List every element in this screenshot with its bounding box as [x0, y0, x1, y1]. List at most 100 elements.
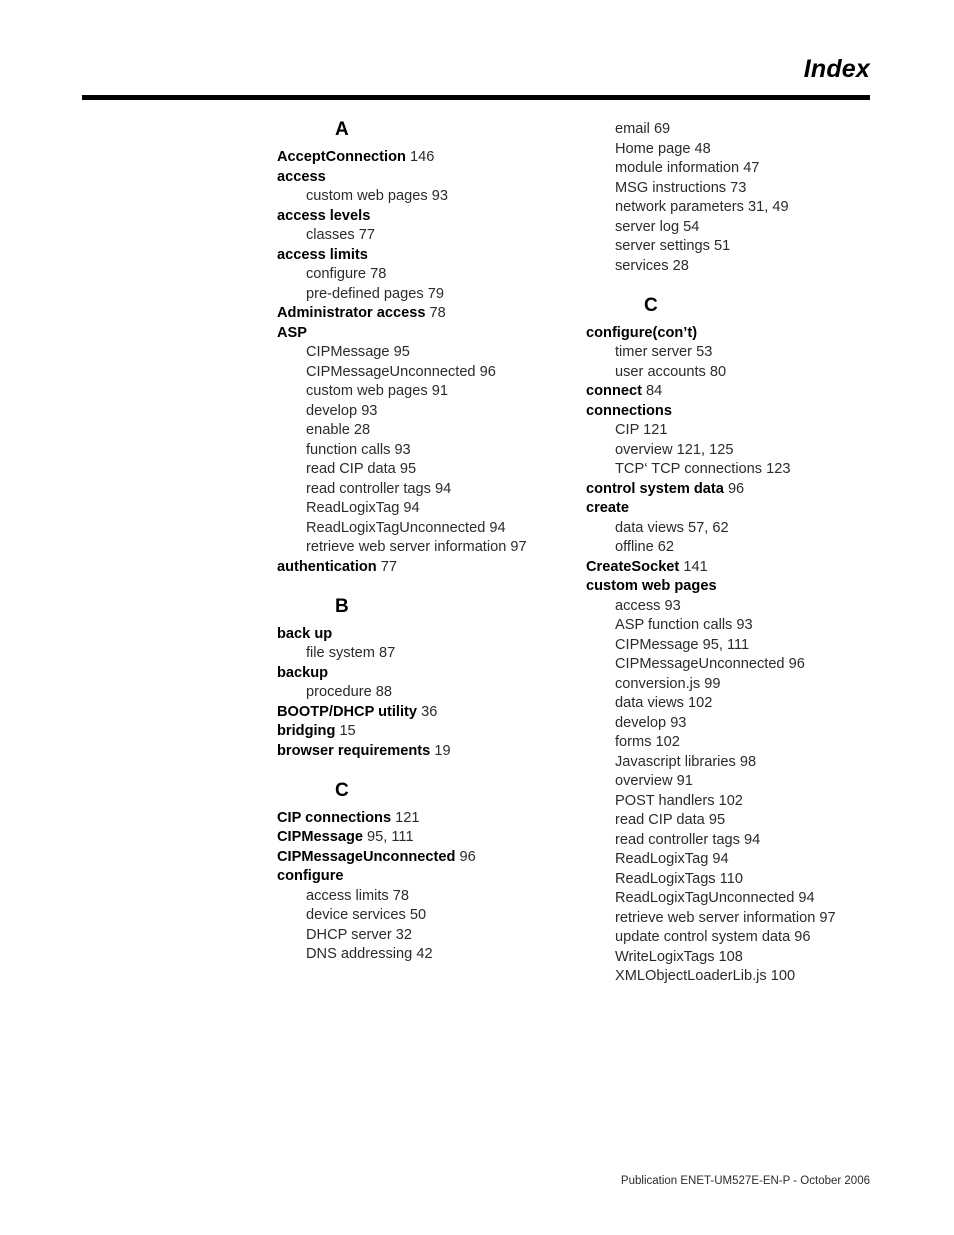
index-subentry-pages: 62 — [657, 539, 674, 555]
index-subentry-term: pre-defined pages — [306, 285, 424, 302]
index-subentry-pages: 42 — [416, 946, 433, 962]
index-subentry: read controller tags 94 — [277, 480, 577, 500]
index-subentry-pages: 95 — [708, 812, 726, 828]
index-subentry-pages: 78 — [370, 266, 387, 282]
index-subentry: read CIP data 95 — [277, 460, 577, 480]
index-column-left: A AcceptConnection 146 access custom web pa… — [277, 120, 577, 965]
index-subentry-pages: 94 — [489, 519, 506, 536]
index-subentry: overview 91 — [586, 772, 886, 792]
index-subentry: procedure 88 — [277, 683, 577, 703]
index-subentry-term: CIP — [615, 422, 640, 438]
index-subentry-pages: 93 — [736, 617, 753, 633]
index-subentry-pages: 53 — [696, 344, 713, 360]
index-subentry-term: function calls — [306, 441, 391, 458]
index-subentry: CIP 121 — [586, 421, 886, 441]
index-entry-term: access limits — [277, 246, 368, 263]
index-subentry-pages: 57, 62 — [688, 519, 729, 536]
index-subentry-term: Javascript libraries — [615, 753, 736, 770]
index-entry-term: browser requirements — [277, 742, 431, 759]
index-subentry: custom web pages 91 — [277, 382, 577, 402]
index-subentry-term: XMLObjectLoaderLib.js — [615, 968, 767, 984]
index-subentry-term: overview — [615, 773, 673, 789]
index-subentry: WriteLogixTags 108 — [586, 948, 886, 968]
index-entry: CreateSocket 141 — [586, 558, 886, 578]
index-entry-pages: 19 — [434, 742, 451, 759]
index-subentry: ReadLogixTagUnconnected 94 — [586, 889, 886, 909]
index-subentry-term: develop — [306, 402, 358, 419]
index-subentry: CIPMessageUnconnected 96 — [586, 655, 886, 675]
index-subentry-term: custom web pages — [306, 188, 428, 204]
index-subentry-pages: 121 — [643, 422, 668, 438]
index-subentry-pages: 88 — [375, 684, 393, 700]
index-entry-pages: 36 — [421, 703, 438, 720]
index-entry-term: control system data — [586, 480, 724, 497]
index-subentry-term: server log — [615, 218, 680, 235]
index-entry-term: bridging — [277, 723, 336, 739]
index-subentry: XMLObjectLoaderLib.js 100 — [586, 967, 886, 987]
index-subentry-pages: 95 — [393, 344, 410, 360]
index-entry-term: CreateSocket — [586, 558, 680, 575]
index-subentry-pages: 69 — [653, 121, 671, 137]
index-subentry-pages: 54 — [683, 218, 700, 235]
index-subentry-term: access — [615, 597, 661, 614]
index-entry-pages: 77 — [380, 558, 398, 575]
index-subentry: CIPMessage 95, 111 — [586, 636, 886, 656]
index-subentry-pages: 123 — [766, 461, 791, 477]
index-subentry: access 93 — [586, 597, 886, 617]
index-subentry-term: ReadLogixTags — [615, 870, 716, 887]
index-subentry: services 28 — [586, 257, 886, 277]
index-entry: BOOTP/DHCP utility 36 — [277, 703, 577, 723]
index-subentry-term: WriteLogixTags — [615, 948, 715, 965]
index-subentry: Home page 48 — [586, 140, 886, 160]
index-entry-term: custom web pages — [586, 578, 717, 594]
index-subentry-pages: 28 — [353, 422, 371, 438]
index-subentry-term: read CIP data — [615, 812, 705, 828]
index-subentry-term: user accounts — [615, 363, 706, 380]
index-subentry: read controller tags 94 — [586, 831, 886, 851]
index-entry: ASP — [277, 324, 577, 344]
index-subentry-pages: 91 — [676, 773, 693, 789]
index-subentry: file system 87 — [277, 644, 577, 664]
index-subentry-pages: 51 — [713, 238, 731, 254]
index-entry: create — [586, 499, 886, 519]
index-subentry-pages: 80 — [709, 363, 727, 380]
index-subentry-term: DNS addressing — [306, 946, 413, 962]
index-subentry: timer server 53 — [586, 343, 886, 363]
index-entry: browser requirements 19 — [277, 742, 577, 762]
section-letter-b: B — [335, 595, 349, 617]
index-subentry: ReadLogixTags 110 — [586, 870, 886, 890]
index-subentry: forms 102 — [586, 733, 886, 753]
index-entry-term: Administrator access — [277, 305, 426, 321]
index-entry-pages: 78 — [429, 305, 446, 321]
index-subentry: access limits 78 — [277, 887, 577, 907]
index-subentry: CIPMessage 95 — [277, 343, 577, 363]
index-subentry-pages: 94 — [744, 831, 761, 848]
index-entry-term: BOOTP/DHCP utility — [277, 703, 418, 720]
index-subentry-term: server settings — [615, 238, 710, 254]
index-subentry-term: data views — [615, 695, 684, 711]
index-subentry-term: retrieve web server information — [615, 909, 816, 926]
index-entry: authentication 77 — [277, 558, 577, 578]
index-subentry-pages: 99 — [704, 675, 721, 692]
index-subentry: classes 77 — [277, 226, 577, 246]
index-subentry-pages: 48 — [694, 140, 711, 157]
index-subentry-term: CIPMessage — [306, 344, 390, 360]
index-subentry-pages: 28 — [672, 257, 689, 274]
index-subentry-pages: 96 — [788, 656, 805, 672]
index-entry: configure(con’t) — [586, 324, 886, 344]
index-entry-pages: 84 — [646, 383, 663, 399]
index-entry: access levels — [277, 207, 577, 227]
index-subentry: enable 28 — [277, 421, 577, 441]
index-entry-pages: 141 — [683, 558, 708, 575]
index-page: Index A AcceptConnection 146 access custom … — [0, 0, 954, 1235]
index-subentry-pages: 93 — [431, 188, 448, 204]
index-subentry-term: CIPMessageUnconnected — [306, 363, 476, 380]
index-subentry-term: conversion.js — [615, 675, 701, 692]
index-subentry: server settings 51 — [586, 237, 886, 257]
index-subentry-term: ReadLogixTag — [615, 851, 709, 867]
index-subentry-pages: 94 — [712, 851, 729, 867]
index-subentry: function calls 93 — [277, 441, 577, 461]
index-subentry-term: CIPMessage — [615, 636, 699, 653]
index-subentry: ReadLogixTag 94 — [586, 850, 886, 870]
